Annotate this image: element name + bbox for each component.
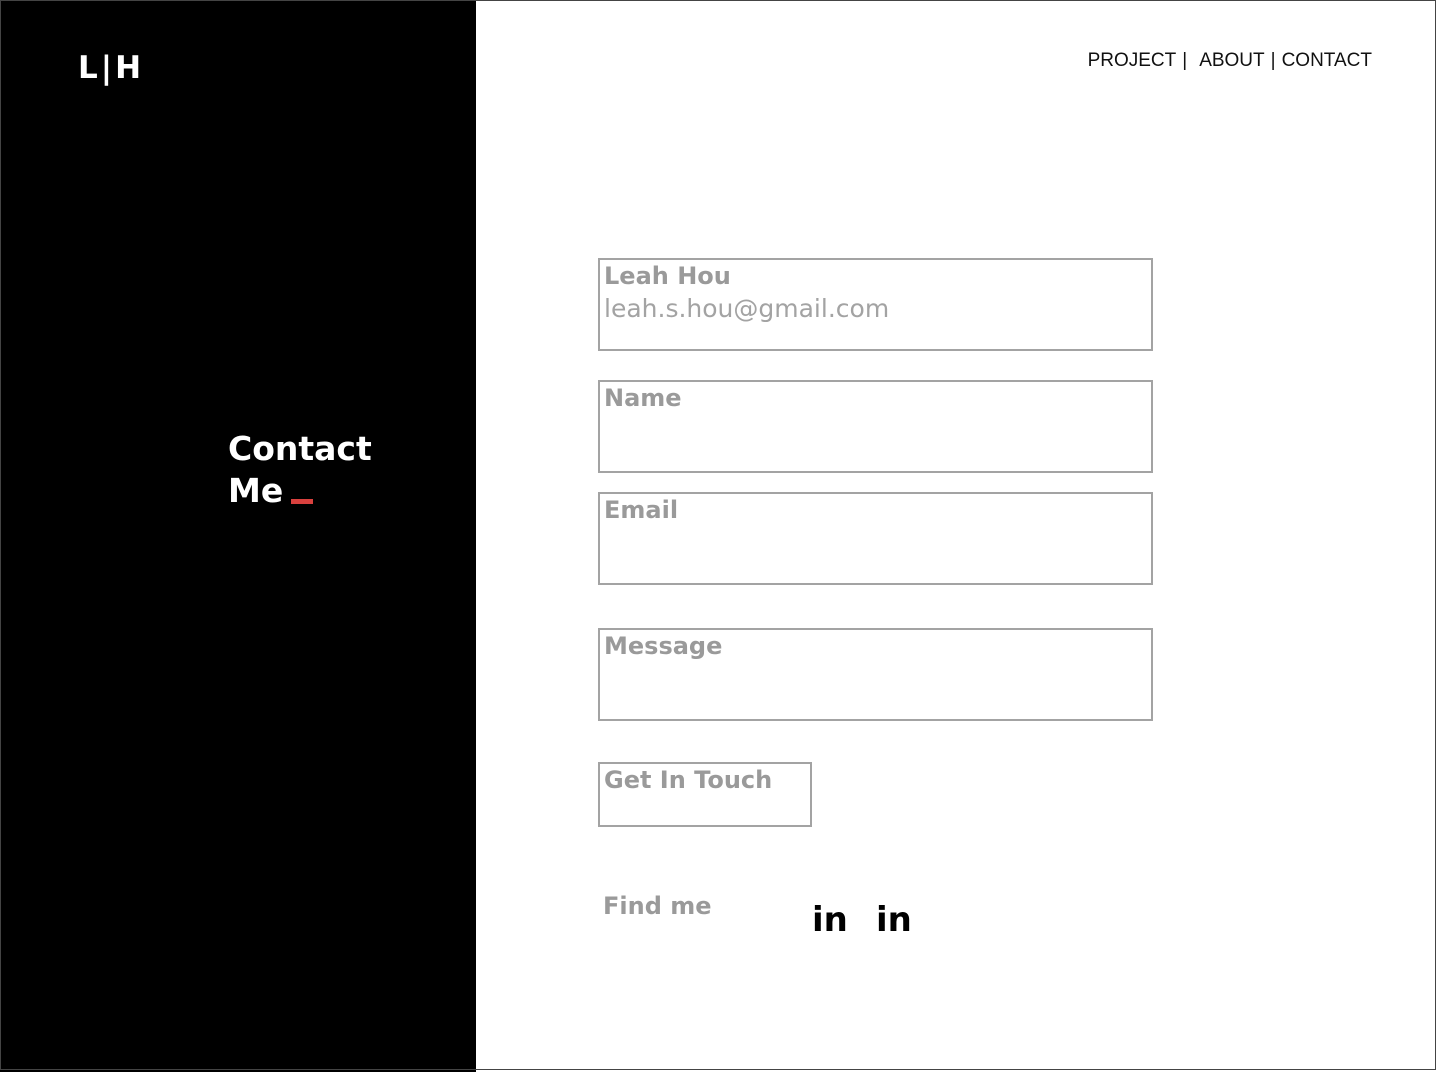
page-title: Contact Me (228, 428, 372, 512)
nav-link-project[interactable]: PROJECT (1088, 50, 1177, 72)
accent-underscore (291, 499, 314, 504)
contact-email[interactable]: leah.s.hou@gmail.com (604, 294, 889, 323)
name-field[interactable]: Name (598, 380, 1153, 473)
linkedin-icon[interactable]: in (812, 900, 848, 940)
name-input[interactable] (604, 422, 1148, 464)
page-title-line-2-text: Me (228, 471, 284, 510)
nav-separator: | (1182, 50, 1188, 71)
contact-info-card: Leah Hou leah.s.hou@gmail.com (598, 258, 1153, 351)
find-me-label: Find me (603, 892, 712, 920)
contact-name: Leah Hou (604, 262, 731, 290)
email-field[interactable]: Email (598, 492, 1153, 585)
top-nav: PROJECT | ABOUT | CONTACT (1088, 50, 1372, 72)
linkedin-icon[interactable]: in (876, 900, 912, 940)
page-title-line-2: Me (228, 470, 372, 512)
message-input[interactable] (604, 670, 1148, 712)
nav-separator: | (1270, 50, 1276, 71)
get-in-touch-button-label: Get In Touch (604, 766, 773, 794)
get-in-touch-button[interactable]: Get In Touch (598, 762, 812, 827)
name-field-label: Name (604, 384, 682, 412)
message-field-label: Message (604, 632, 723, 660)
page-title-line-1: Contact (228, 429, 372, 468)
nav-link-about[interactable]: ABOUT (1199, 50, 1264, 72)
message-field[interactable]: Message (598, 628, 1153, 721)
email-field-label: Email (604, 496, 679, 524)
logo[interactable]: L|H (78, 48, 144, 88)
nav-link-contact[interactable]: CONTACT (1282, 50, 1372, 72)
linkedin-icon-text: in (876, 900, 912, 940)
email-input[interactable] (604, 534, 1148, 576)
linkedin-icon-text: in (812, 900, 848, 940)
sidebar-panel: L|H Contact Me (0, 0, 476, 1072)
